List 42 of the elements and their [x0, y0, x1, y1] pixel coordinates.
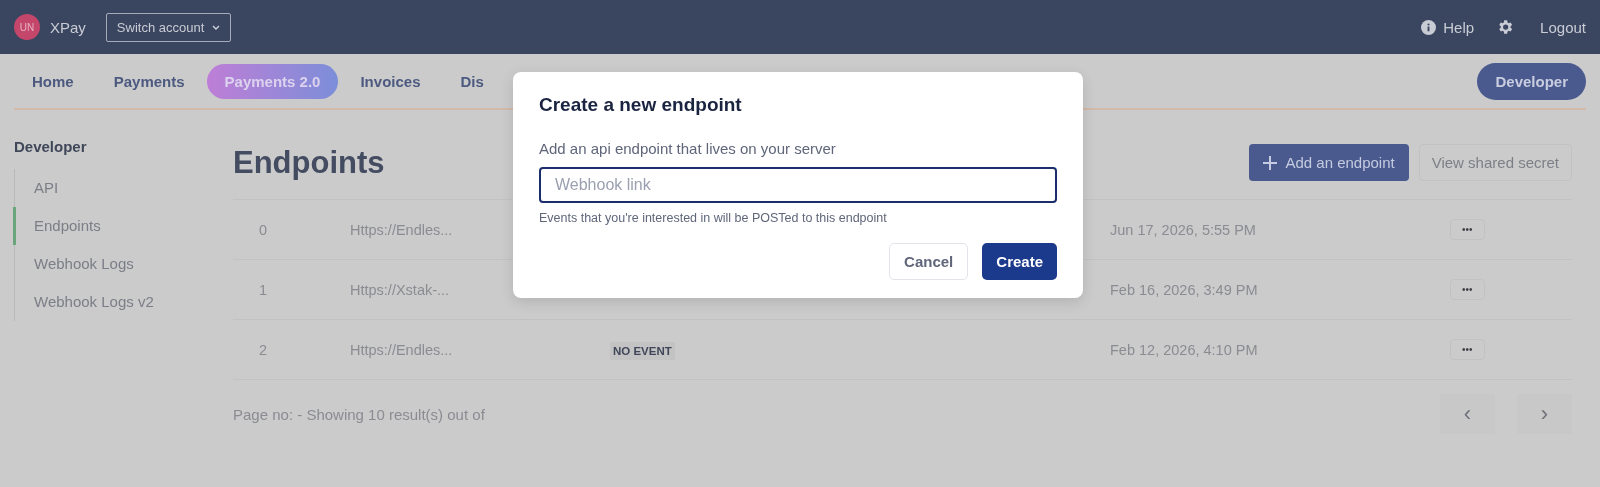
- developer-button[interactable]: Developer: [1477, 62, 1586, 100]
- help-link[interactable]: Help: [1421, 18, 1475, 36]
- pagination-summary: Page no: - Showing 10 result(s) out of: [233, 405, 485, 423]
- table-cell: 2: [259, 341, 268, 358]
- logout-link[interactable]: Logout: [1540, 18, 1586, 36]
- avatar[interactable]: UN: [14, 14, 40, 40]
- event-tag: NO EVENT: [610, 341, 675, 360]
- more-button[interactable]: •••: [1450, 219, 1485, 240]
- field-hint: Events that you're interested in will be POSTed to this endpoint: [539, 211, 888, 225]
- webhook-link-field[interactable]: Webhook link: [539, 167, 1057, 203]
- create-button[interactable]: Create: [982, 243, 1057, 280]
- nav-tab[interactable]: Dis: [442, 63, 502, 99]
- account-switch-dropdown[interactable]: Switch account: [105, 12, 232, 42]
- table-cell: 1: [259, 281, 268, 298]
- table-cell: Feb 16, 2026, 3:49 PM: [1110, 281, 1258, 298]
- sidebar-item[interactable]: Endpoints: [13, 207, 223, 245]
- dialog-title: Create a new endpoint: [539, 94, 743, 116]
- field-label: Add an api endpoint that lives on your server: [539, 140, 837, 157]
- table-cell: Https://Xstak-...: [350, 281, 450, 298]
- brand-name: XPay: [50, 18, 86, 36]
- view-secret-button[interactable]: View shared secret: [1418, 144, 1572, 181]
- sidebar-item[interactable]: Webhook Logs v2: [13, 283, 223, 321]
- table-cell: Jun 17, 2026, 5:55 PM: [1110, 221, 1256, 238]
- nav-tab[interactable]: Payments 2.0: [206, 63, 339, 99]
- plus-icon: [1263, 155, 1278, 170]
- table-cell: Feb 12, 2026, 4:10 PM: [1110, 341, 1258, 358]
- sidebar-title: Developer: [14, 138, 88, 155]
- nav-tab[interactable]: Payments: [95, 63, 203, 99]
- sidebar-item[interactable]: Webhook Logs: [13, 245, 223, 283]
- add-endpoint-button[interactable]: Add an endpoint: [1249, 144, 1409, 181]
- sidebar-item[interactable]: API: [13, 169, 223, 207]
- caret-icon: [212, 24, 221, 30]
- nav-tab[interactable]: Invoices: [342, 63, 439, 99]
- cancel-button[interactable]: Cancel: [889, 243, 969, 280]
- more-button[interactable]: •••: [1450, 339, 1485, 360]
- info-icon: [1421, 19, 1437, 35]
- table-cell: Https://Endles...: [350, 221, 453, 238]
- table-cell: 0: [259, 221, 268, 238]
- nav-tab[interactable]: Home: [14, 63, 92, 99]
- page-title: Endpoints: [233, 144, 385, 181]
- table-cell: Https://Endles...: [350, 341, 453, 358]
- more-button[interactable]: •••: [1450, 279, 1485, 300]
